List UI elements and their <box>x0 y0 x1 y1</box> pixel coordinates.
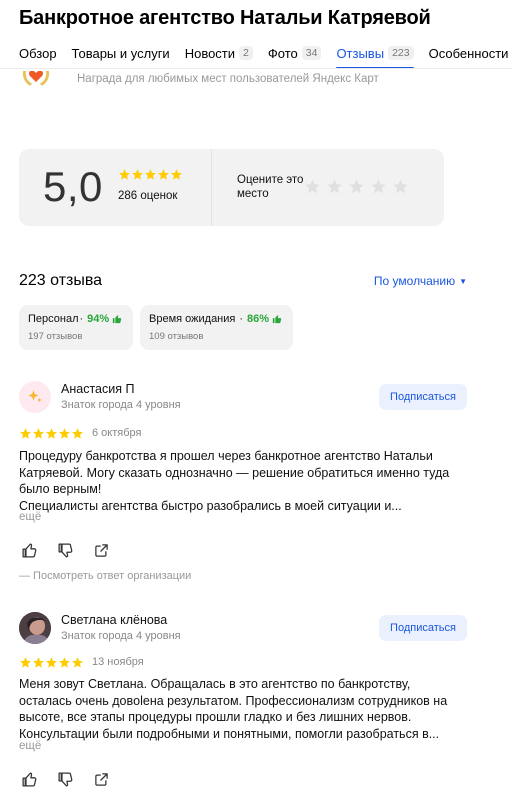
tab-label: Обзор <box>19 45 57 61</box>
thumbs-down-icon <box>57 771 72 787</box>
reviews-count-heading: 223 отзыва <box>19 272 103 289</box>
read-more-link[interactable]: ещё <box>19 740 41 752</box>
star-icon <box>33 428 44 439</box>
sort-label: По умолчанию <box>373 274 456 288</box>
dislike-button[interactable] <box>55 769 75 789</box>
aspect-chip-staff[interactable]: Персонал · 94% 197 отзывов <box>19 305 133 350</box>
star-icon <box>33 657 44 668</box>
tab-label: Отзывы <box>336 45 385 61</box>
star-icon <box>20 428 31 439</box>
aspect-review-count: 109 отзывов <box>149 331 204 342</box>
thumbs-up-icon <box>21 542 36 558</box>
user-photo-icon <box>19 612 51 644</box>
star-icon <box>145 169 156 180</box>
review-author-level: Знаток города 4 уровня <box>61 630 181 642</box>
aspect-name: Время ожидания <box>149 313 236 325</box>
review-card: Светлана клёнова Знаток города 4 уровня … <box>19 612 479 802</box>
star-icon <box>20 657 31 668</box>
rating-value: 5,0 <box>43 163 103 210</box>
empty-star-icon[interactable] <box>370 178 387 195</box>
aspect-name: Персонал <box>28 313 79 325</box>
tab-label: Фото <box>267 45 298 61</box>
tab-photos[interactable]: Фото 34 <box>268 44 322 62</box>
review-author[interactable]: Анастасия П <box>61 382 134 396</box>
tab-count-badge: 34 <box>301 46 322 60</box>
star-icon <box>119 169 130 180</box>
star-icon <box>171 169 182 180</box>
dislike-button[interactable] <box>55 540 75 560</box>
star-icon <box>46 428 57 439</box>
thumbs-up-icon <box>272 315 282 324</box>
review-actions <box>19 769 127 789</box>
review-stars <box>19 656 84 669</box>
thumbs-down-icon <box>57 542 72 558</box>
card-separator <box>211 149 212 226</box>
tab-overview[interactable]: Обзор <box>19 44 57 62</box>
sparkles-icon <box>28 390 42 403</box>
tab-label: Особенности <box>428 45 509 61</box>
tab-features[interactable]: Особенности <box>429 44 509 62</box>
subscribe-button[interactable]: Подписаться <box>379 615 467 641</box>
rating-card: 5,0 286 оценок Оцените это место <box>19 149 444 226</box>
chevron-down-icon: ▼ <box>459 276 467 286</box>
award-text: Награда для любимых мест пользователей Я… <box>77 73 379 85</box>
tab-bar: Обзор Товары и услуги Новости 2 Фото 34 От… <box>19 44 512 69</box>
aspect-chip-waiting-time[interactable]: Время ожидания · 86% 109 отзывов <box>140 305 293 350</box>
review-date: 6 октября <box>92 427 142 439</box>
share-button[interactable] <box>91 769 111 789</box>
tab-news[interactable]: Новости 2 <box>185 44 253 62</box>
aspect-percent: 94% <box>87 313 110 325</box>
rate-prompt: Оцените это место <box>237 174 304 200</box>
star-icon <box>46 657 57 668</box>
star-icon <box>59 657 70 668</box>
org-answer-link[interactable]: — Посмотреть ответ организации <box>19 570 191 582</box>
review-author-level: Знаток города 4 уровня <box>61 399 181 411</box>
star-icon <box>132 169 143 180</box>
avatar[interactable] <box>19 381 51 413</box>
thumbs-up-icon <box>113 315 122 324</box>
review-date: 13 ноября <box>92 656 144 668</box>
tab-reviews[interactable]: Отзывы 223 <box>336 44 414 69</box>
empty-star-icon[interactable] <box>392 178 409 195</box>
read-more-link[interactable]: ещё <box>19 511 41 523</box>
like-button[interactable] <box>19 540 39 560</box>
page-title: Банкротное агентство Натальи Катряевой <box>19 7 431 29</box>
share-icon <box>94 772 108 786</box>
heart-laurel-icon <box>18 71 54 93</box>
aspect-review-count: 197 отзывов <box>28 331 83 342</box>
rate-stars-input <box>304 178 414 195</box>
tab-label: Товары и услуги <box>71 45 170 61</box>
share-button[interactable] <box>91 540 111 560</box>
tab-count-badge: 223 <box>388 46 414 60</box>
bullet: · <box>79 313 84 325</box>
bullet: · <box>239 313 244 325</box>
empty-star-icon[interactable] <box>348 178 365 195</box>
avatar[interactable] <box>19 612 51 644</box>
review-stars <box>19 427 84 440</box>
review-card: Анастасия П Знаток города 4 уровня Подпи… <box>19 381 479 582</box>
subscribe-button[interactable]: Подписаться <box>379 384 467 410</box>
rating-stars <box>118 168 183 181</box>
tab-label: Новости <box>184 45 236 61</box>
aspect-percent: 86% <box>247 313 270 325</box>
tab-goods-services[interactable]: Товары и услуги <box>72 44 170 62</box>
review-actions <box>19 540 127 560</box>
star-icon <box>72 428 83 439</box>
thumbs-up-icon <box>21 771 36 787</box>
review-text: Процедуру банкротства я прошел через бан… <box>19 449 450 513</box>
empty-star-icon[interactable] <box>326 178 343 195</box>
sort-dropdown[interactable]: По умолчанию ▼ <box>374 274 467 288</box>
tab-count-badge: 2 <box>239 46 253 60</box>
review-author[interactable]: Светлана клёнова <box>61 613 167 627</box>
review-text: Меня зовут Светлана. Обращалась в это аг… <box>19 677 448 741</box>
tab-divider <box>0 68 512 69</box>
empty-star-icon[interactable] <box>304 178 321 195</box>
like-button[interactable] <box>19 769 39 789</box>
star-icon <box>158 169 169 180</box>
rating-count: 286 оценок <box>118 190 178 202</box>
star-icon <box>72 657 83 668</box>
star-icon <box>59 428 70 439</box>
share-icon <box>94 543 108 557</box>
